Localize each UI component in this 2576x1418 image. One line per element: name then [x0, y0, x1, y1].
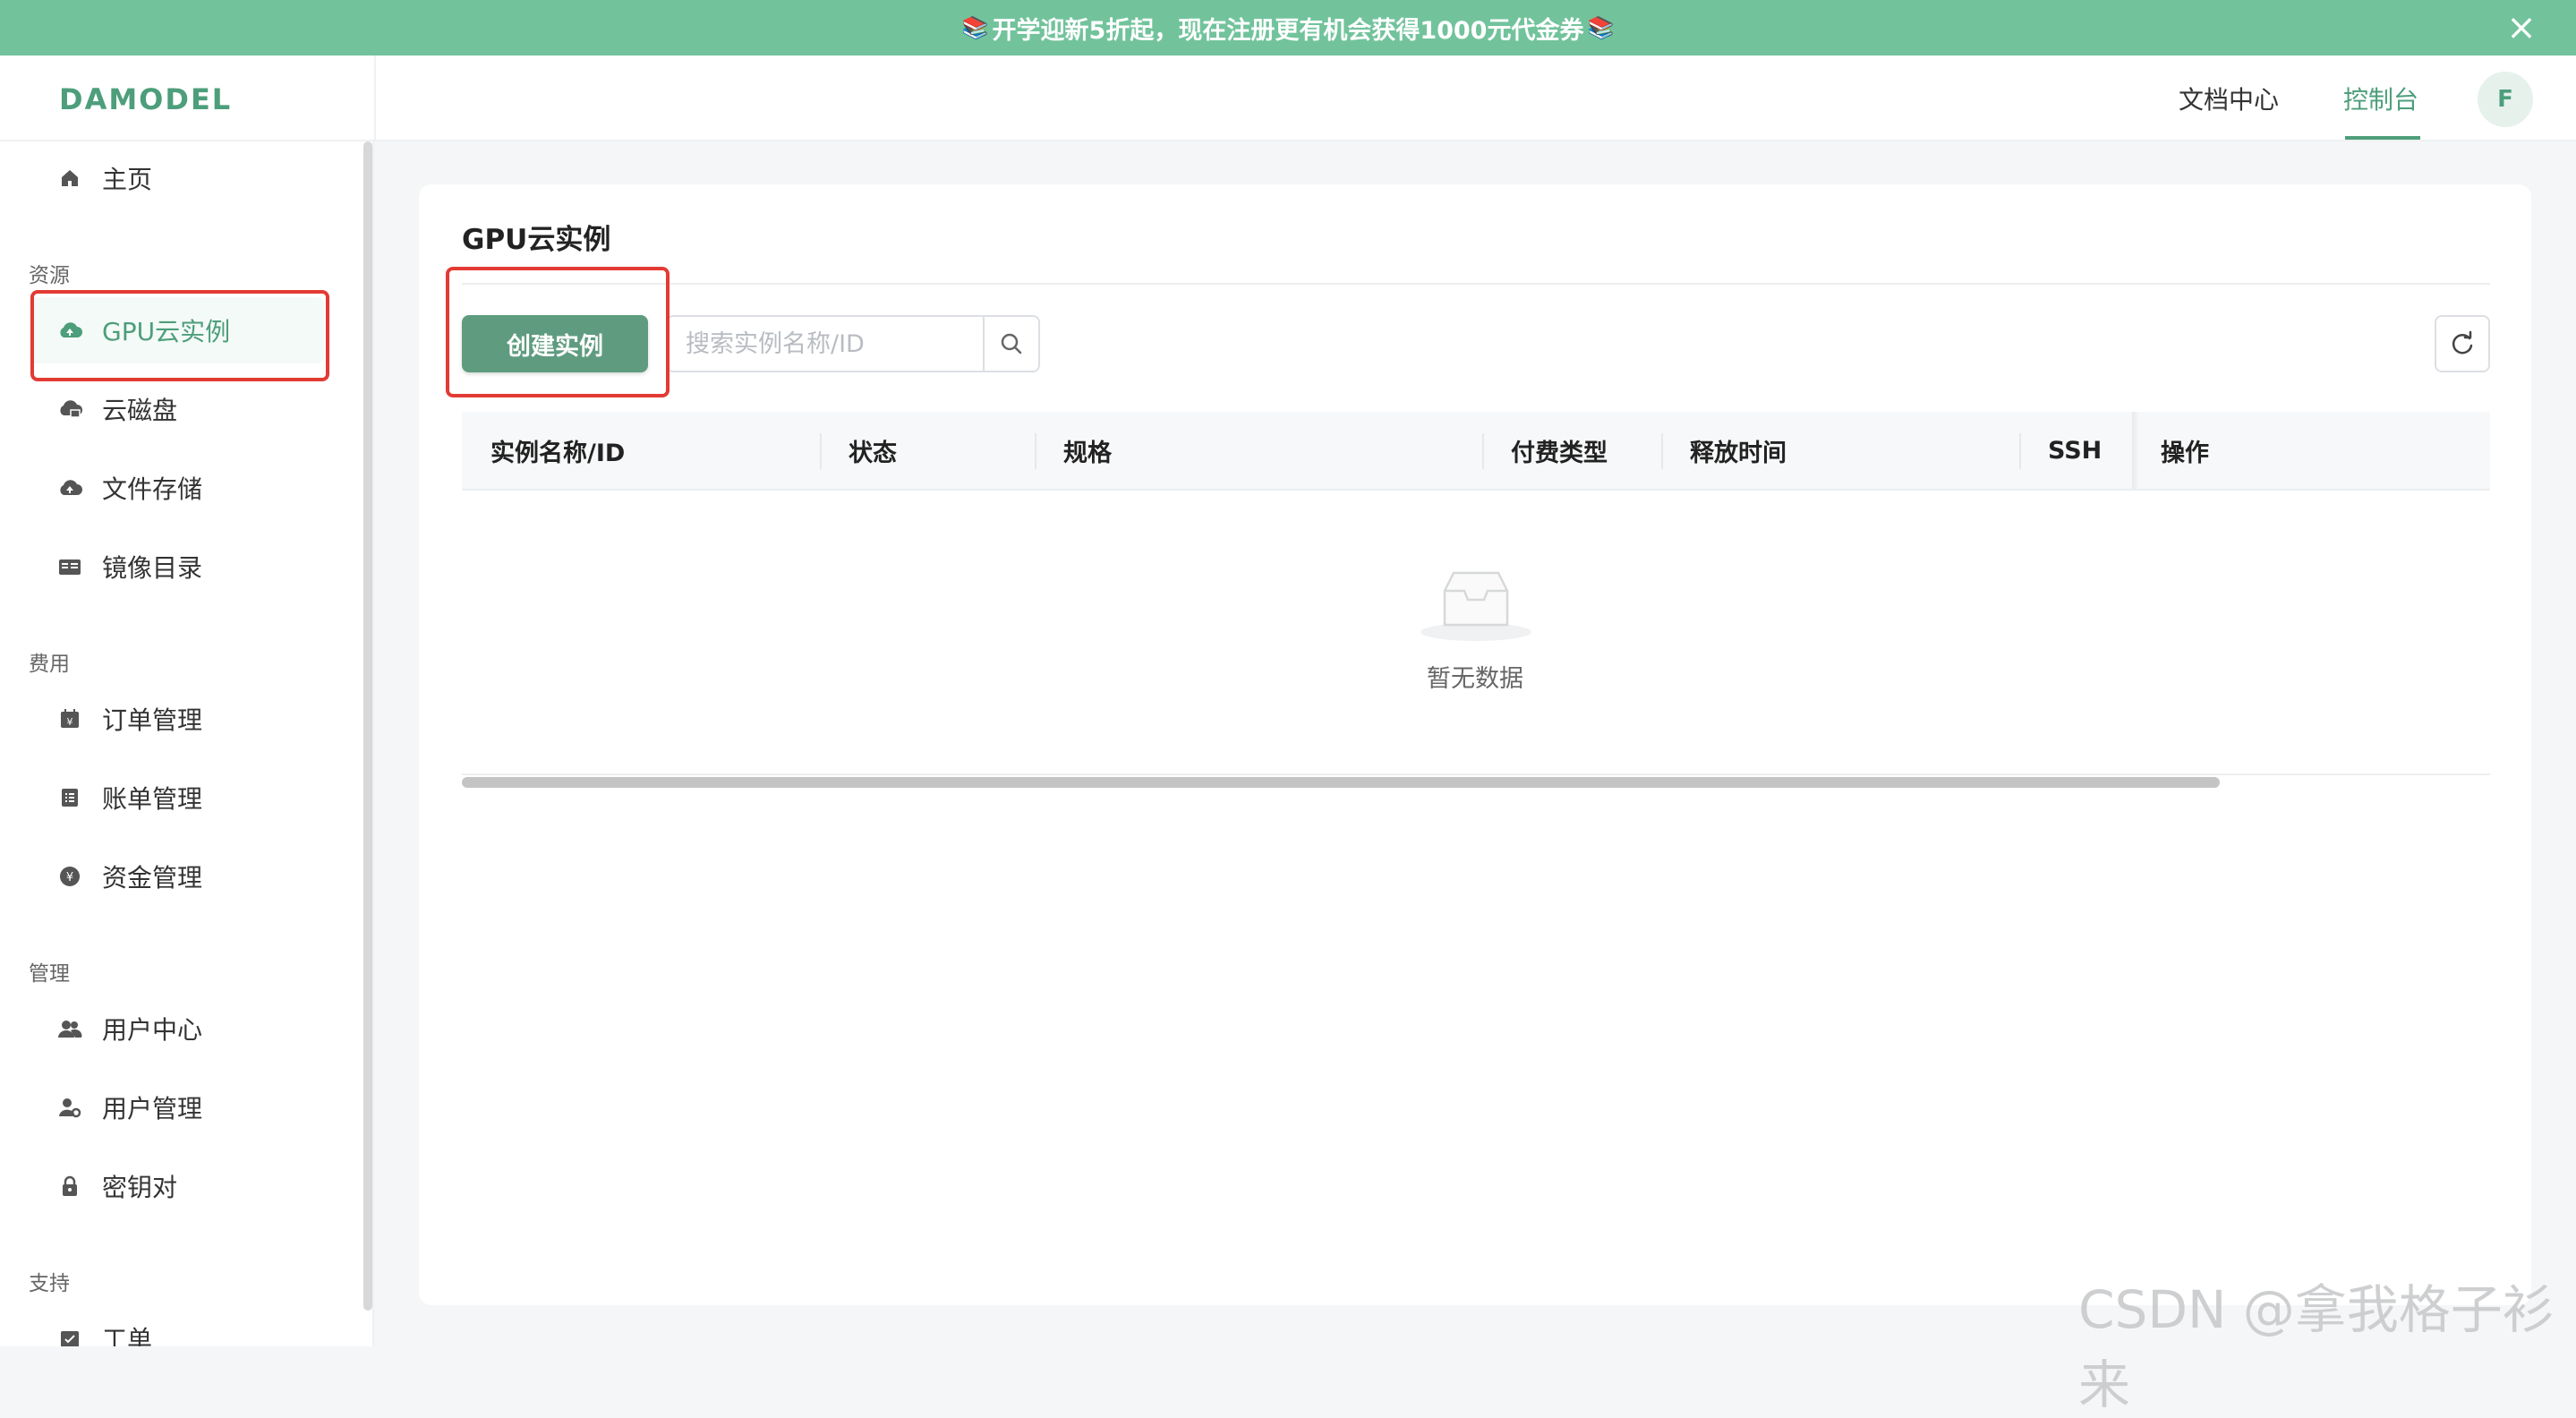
- close-icon[interactable]: ×: [2501, 7, 2542, 48]
- user-avatar[interactable]: F: [2478, 72, 2533, 127]
- search-button[interactable]: [983, 315, 1040, 372]
- sidebar-item-label: 工单: [102, 1325, 153, 1346]
- sidebar-item-label: 资金管理: [102, 863, 203, 893]
- users-icon: [57, 1016, 82, 1041]
- ticket-icon: [57, 1326, 82, 1346]
- column-header-name: 实例名称/ID: [490, 439, 626, 467]
- sidebar-item-gpu-instances[interactable]: GPU云实例: [29, 297, 324, 363]
- sidebar-item-user-center[interactable]: 用户中心: [29, 995, 324, 1062]
- image-catalog-icon: [57, 554, 82, 579]
- sidebar-item-label: 用户中心: [102, 1015, 203, 1045]
- empty-inbox-icon: [1420, 571, 1531, 641]
- sidebar: 主页 资源 GPU云实例 云磁盘 文件存储 镜像目录 费用 ¥ 订单管理 账单管…: [0, 141, 374, 1346]
- yen-coin-icon: ¥: [57, 864, 82, 889]
- group-support: 支持: [29, 1272, 70, 1295]
- divider: [374, 56, 376, 141]
- sidebar-item-label: 账单管理: [102, 784, 203, 814]
- sidebar-item-tickets[interactable]: 工单: [29, 1305, 324, 1346]
- column-header-ssh: SSH: [2048, 436, 2103, 465]
- sidebar-scrollbar[interactable]: [363, 141, 372, 1311]
- column-header-status: 状态: [849, 439, 897, 467]
- book-icon: 📚: [961, 15, 989, 40]
- sidebar-item-home[interactable]: 主页: [29, 145, 324, 211]
- promo-text: 开学迎新5折起，现在注册更有机会获得1000元代金券: [992, 16, 1584, 45]
- group-billing: 费用: [29, 653, 70, 676]
- book-icon: 📚: [1587, 15, 1615, 40]
- sidebar-item-label: 镜像目录: [102, 553, 203, 583]
- sidebar-item-image-catalog[interactable]: 镜像目录: [29, 534, 324, 600]
- sidebar-item-label: 密钥对: [102, 1173, 178, 1202]
- nav-console-link[interactable]: 控制台: [2343, 81, 2418, 116]
- group-management: 管理: [29, 962, 70, 986]
- sidebar-item-cloud-disk[interactable]: 云磁盘: [29, 376, 324, 442]
- refresh-button[interactable]: [2435, 315, 2490, 372]
- search-icon: [1001, 333, 1022, 354]
- nav-docs-link[interactable]: 文档中心: [2179, 81, 2279, 116]
- page-title: GPU云实例: [462, 224, 611, 256]
- sidebar-item-funds[interactable]: ¥ 资金管理: [29, 843, 324, 910]
- table-header: 实例名称/ID 状态 规格 付费类型 释放时间 SSH 操作: [462, 412, 2490, 491]
- divider: [462, 773, 2490, 775]
- sidebar-item-label: 订单管理: [102, 705, 203, 735]
- sidebar-item-user-management[interactable]: 用户管理: [29, 1074, 324, 1140]
- sidebar-item-bills[interactable]: 账单管理: [29, 765, 324, 831]
- lock-icon: [57, 1174, 82, 1199]
- sidebar-item-label: 云磁盘: [102, 396, 178, 425]
- sidebar-item-label: 文件存储: [102, 474, 203, 504]
- sidebar-item-orders[interactable]: ¥ 订单管理: [29, 686, 324, 752]
- order-icon: ¥: [57, 706, 82, 731]
- watermark: CSDN @拿我格子衫来: [2078, 1279, 2555, 1415]
- cloud-disk-icon: [57, 397, 82, 422]
- sidebar-item-keypairs[interactable]: 密钥对: [29, 1153, 324, 1219]
- sidebar-item-label: GPU云实例: [102, 317, 231, 346]
- column-header-billing-type: 付费类型: [1511, 439, 1608, 467]
- refresh-icon: [2452, 330, 2473, 354]
- search-input[interactable]: [666, 315, 1001, 372]
- svg-text:¥: ¥: [66, 871, 73, 884]
- group-resources: 资源: [29, 264, 70, 287]
- top-header: DAMODEL 文档中心 控制台 F: [0, 56, 2576, 141]
- column-header-release-time: 释放时间: [1690, 439, 1787, 467]
- create-instance-button[interactable]: 创建实例: [462, 315, 648, 372]
- promo-banner: 📚 开学迎新5折起，现在注册更有机会获得1000元代金券 📚 ×: [0, 0, 2576, 56]
- sidebar-item-label: 用户管理: [102, 1094, 203, 1123]
- bill-icon: [57, 785, 82, 810]
- column-header-spec: 规格: [1063, 439, 1112, 467]
- divider: [462, 283, 2490, 285]
- main-card: GPU云实例 创建实例 实例名称/ID 状态 规格 付费类型 释放时间 SSH …: [419, 184, 2531, 1305]
- brand-logo[interactable]: DAMODEL: [59, 82, 232, 116]
- table-horizontal-scrollbar[interactable]: [462, 777, 2220, 788]
- sidebar-item-file-storage[interactable]: 文件存储: [29, 455, 324, 521]
- empty-state-text: 暂无数据: [1427, 665, 1523, 693]
- svg-text:¥: ¥: [67, 716, 73, 728]
- cloud-icon: [57, 318, 82, 343]
- active-nav-indicator: [2345, 136, 2420, 140]
- column-header-actions: 操作: [2161, 439, 2209, 467]
- user-manage-icon: [57, 1095, 82, 1120]
- sidebar-item-label: 主页: [102, 165, 153, 194]
- cloud-upload-icon: [57, 475, 82, 500]
- home-icon: [57, 166, 82, 191]
